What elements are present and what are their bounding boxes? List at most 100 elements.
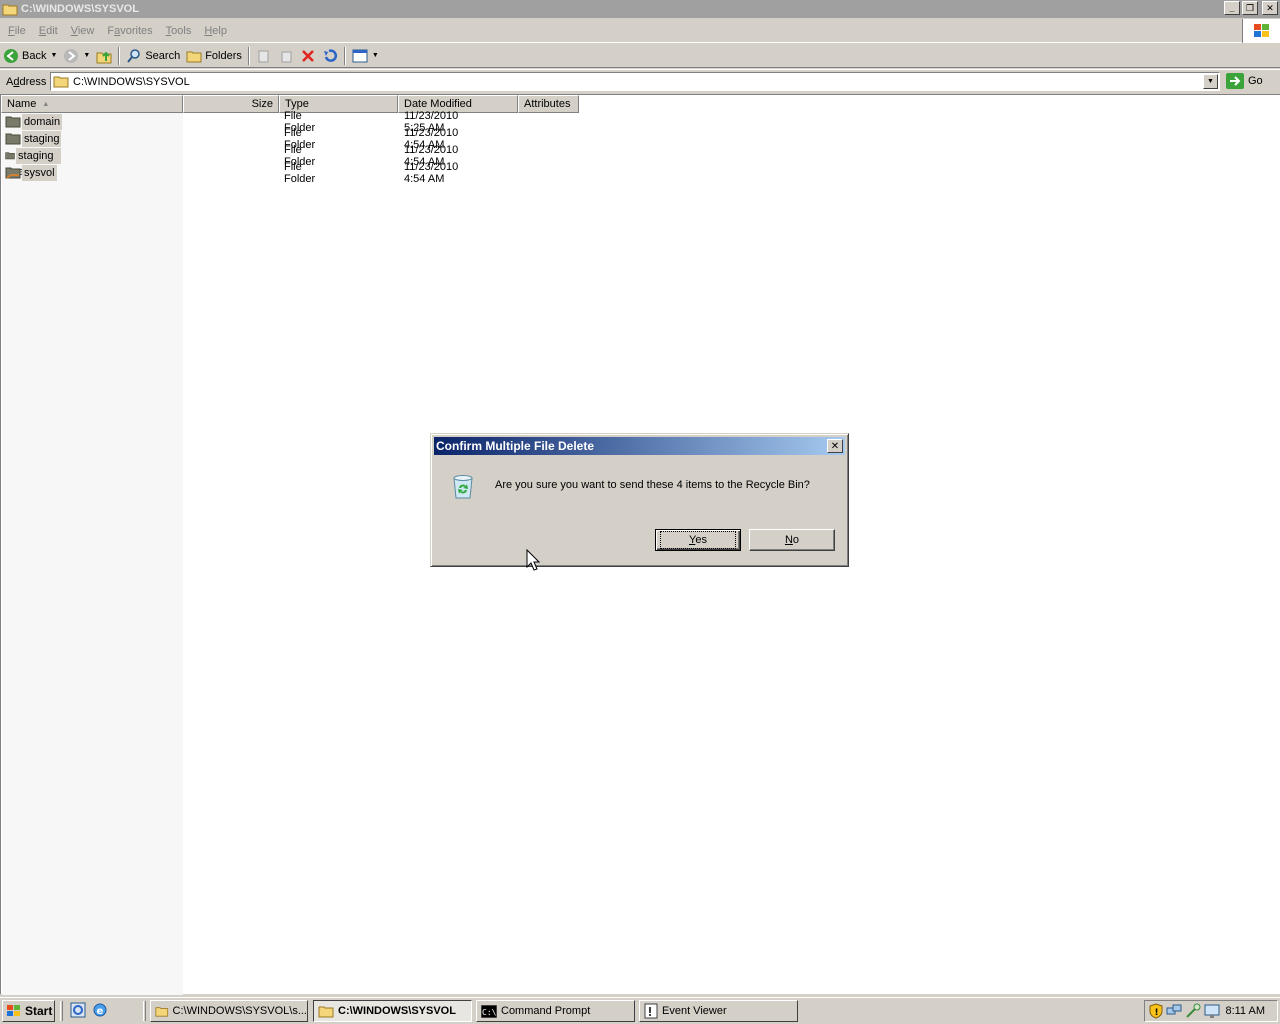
undo-icon <box>323 48 337 62</box>
dialog-titlebar[interactable]: Confirm Multiple File Delete ✕ <box>434 437 845 455</box>
search-button[interactable]: Search <box>123 45 183 67</box>
monitor-icon[interactable] <box>1204 1003 1220 1019</box>
security-shield-icon[interactable]: ! <box>1149 1003 1163 1019</box>
taskbar-item-explorer-sysvol[interactable]: C:\WINDOWS\SYSVOL <box>313 1000 472 1022</box>
address-dropdown-button[interactable]: ▼ <box>1203 74 1218 89</box>
file-name: sysvol <box>22 164 57 181</box>
quick-launch: e <box>70 1002 108 1018</box>
address-input[interactable]: C:\WINDOWS\SYSVOL ▼ <box>50 72 1220 91</box>
menu-help[interactable]: Help <box>199 25 232 37</box>
window-titlebar[interactable]: C:\WINDOWS\SYSVOL _ ❐ ✕ <box>0 0 1280 18</box>
copy-to-button[interactable] <box>275 45 297 67</box>
network-icon[interactable] <box>1166 1003 1182 1019</box>
minimize-button[interactable]: _ <box>1224 1 1240 15</box>
windows-logo-icon <box>7 1005 20 1016</box>
dialog-title: Confirm Multiple File Delete <box>436 439 595 453</box>
toolbar-separator <box>118 46 121 65</box>
file-date: 11/23/2010 4:54 AM <box>404 160 459 185</box>
sorted-column-highlight <box>2 113 183 995</box>
taskbar: Start e C:\WINDOWS\SYSVOL\s... C:\WINDOW… <box>0 997 1280 1024</box>
column-header-size[interactable]: Size <box>183 95 279 113</box>
confirm-delete-dialog[interactable]: Confirm Multiple File Delete ✕ Are you s… <box>430 433 849 567</box>
forward-button[interactable]: ▼ <box>60 45 93 67</box>
mouse-cursor-icon <box>526 549 540 571</box>
no-label: No <box>784 534 800 546</box>
yes-button[interactable]: Yes <box>655 529 741 551</box>
close-button[interactable]: ✕ <box>1262 1 1278 15</box>
delete-x-icon <box>302 49 314 62</box>
taskbar-grip[interactable] <box>143 1001 146 1021</box>
file-name: staging <box>22 130 62 147</box>
menu-tools[interactable]: Tools <box>161 25 197 37</box>
taskbar-item-explorer-sysvol-sub[interactable]: C:\WINDOWS\SYSVOL\s... <box>150 1000 308 1022</box>
address-label: Address <box>6 75 47 88</box>
clock[interactable]: 8:11 AM <box>1225 1005 1265 1017</box>
undo-button[interactable] <box>319 45 341 67</box>
taskbar-item-command-prompt[interactable]: C:\ Command Prompt <box>476 1000 635 1022</box>
move-to-button[interactable] <box>253 45 275 67</box>
address-value: C:\WINDOWS\SYSVOL <box>73 75 190 88</box>
taskbar-item-event-viewer[interactable]: Event Viewer <box>639 1000 798 1022</box>
start-label: Start <box>25 1004 53 1018</box>
toolbar-separator <box>343 46 346 65</box>
toolbar-separator <box>247 46 250 65</box>
column-date-label: Date Modified <box>404 98 472 110</box>
recycle-bin-icon <box>453 475 473 499</box>
menu-edit[interactable]: Edit <box>34 25 63 37</box>
column-header-name[interactable]: Name ▲ <box>1 95 183 113</box>
file-name: domain <box>22 113 63 130</box>
back-label: Back <box>22 49 47 62</box>
close-icon: ✕ <box>1266 2 1274 13</box>
network-tools-icon[interactable] <box>1185 1003 1201 1019</box>
shared-folder-icon <box>5 167 21 179</box>
no-button[interactable]: No <box>749 529 835 551</box>
command-prompt-icon: C:\ <box>481 1004 497 1018</box>
taskbar-item-label: Command Prompt <box>501 1005 591 1017</box>
minimize-icon: _ <box>1229 2 1235 13</box>
back-button[interactable]: Back ▼ <box>0 45 60 67</box>
taskbar-item-label: C:\WINDOWS\SYSVOL <box>338 1005 456 1017</box>
views-icon <box>352 49 368 62</box>
svg-text:!: ! <box>1155 1008 1159 1018</box>
go-button[interactable]: Go <box>1226 73 1263 89</box>
up-folder-button[interactable] <box>93 45 115 67</box>
file-name: staging areas <box>16 147 62 178</box>
chevron-down-icon: ▼ <box>371 52 379 59</box>
start-button[interactable]: Start <box>2 1000 55 1022</box>
folder-icon <box>155 1006 169 1017</box>
system-tray: ! 8:11 AM <box>1144 1000 1278 1022</box>
column-header-attributes[interactable]: Attributes <box>518 95 579 113</box>
folder-icon <box>5 116 21 128</box>
delete-button[interactable] <box>297 45 319 67</box>
column-attributes-label: Attributes <box>524 98 571 110</box>
standard-toolbar: Back ▼ ▼ Search Folders ▼ <box>0 44 1280 68</box>
copy-to-icon <box>281 51 292 62</box>
taskbar-item-label: C:\WINDOWS\SYSVOL\s... <box>172 1005 307 1017</box>
dialog-close-button[interactable]: ✕ <box>827 439 843 453</box>
window-title: C:\WINDOWS\SYSVOL <box>21 3 139 15</box>
menu-bar: File Edit View Favorites Tools Help <box>0 19 1280 43</box>
menu-file[interactable]: File <box>3 25 31 37</box>
views-button[interactable]: ▼ <box>349 45 382 67</box>
chevron-down-icon[interactable]: ▼ <box>83 52 90 59</box>
restore-button[interactable]: ❐ <box>1242 1 1258 15</box>
internet-explorer-icon[interactable]: e <box>92 1002 108 1018</box>
move-to-icon <box>258 50 269 62</box>
menu-view[interactable]: View <box>66 25 100 37</box>
svg-text:C:\: C:\ <box>482 1008 497 1017</box>
folder-icon <box>53 76 69 88</box>
menu-favorites[interactable]: Favorites <box>102 25 157 37</box>
taskbar-grip[interactable] <box>60 1001 63 1021</box>
chevron-down-icon: ▼ <box>1207 78 1214 85</box>
folders-button[interactable]: Folders <box>183 45 245 67</box>
dialog-message: Are you sure you want to send these 4 it… <box>495 479 810 491</box>
folders-icon <box>186 51 202 62</box>
search-label: Search <box>145 49 181 62</box>
yes-label: Yes <box>660 531 736 549</box>
folders-label: Folders <box>205 49 242 62</box>
up-folder-icon <box>96 51 112 63</box>
chevron-down-icon[interactable]: ▼ <box>50 52 57 59</box>
folder-icon <box>318 1006 334 1017</box>
close-icon: ✕ <box>830 440 840 452</box>
server-manager-icon[interactable] <box>70 1002 86 1018</box>
